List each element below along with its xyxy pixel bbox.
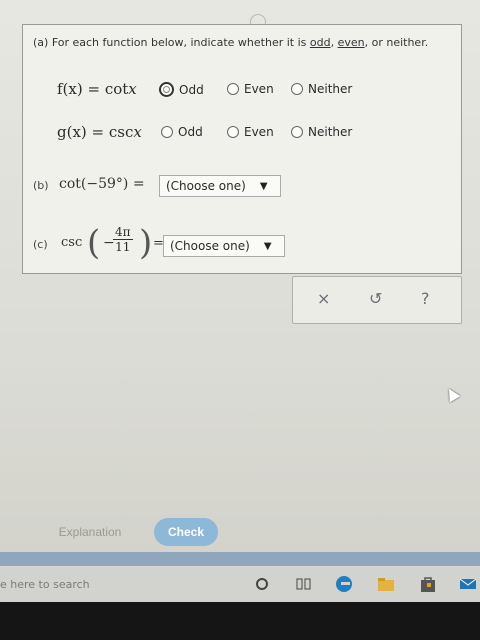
option-label: Odd bbox=[179, 82, 204, 97]
help-icon[interactable]: ? bbox=[421, 289, 430, 308]
bottom-bezel bbox=[0, 602, 480, 640]
word-even: even bbox=[337, 36, 365, 49]
radio-selected-icon[interactable] bbox=[159, 82, 174, 97]
function-row-g: g(x) = cscx Odd Even Neither bbox=[23, 123, 461, 147]
option-odd-f[interactable]: Odd bbox=[159, 82, 204, 97]
dropdown-value: (Choose one) bbox=[166, 179, 246, 193]
option-neither-f[interactable]: Neither bbox=[291, 82, 352, 96]
option-label: Odd bbox=[178, 125, 203, 139]
part-c-dropdown[interactable]: (Choose one) ▼ bbox=[163, 235, 285, 257]
question-panel: (a) For each function below, indicate wh… bbox=[22, 24, 462, 274]
option-neither-g[interactable]: Neither bbox=[291, 125, 352, 139]
sep-2: , or neither. bbox=[364, 36, 429, 49]
cortana-icon[interactable] bbox=[252, 574, 272, 594]
option-even-f[interactable]: Even bbox=[227, 82, 274, 96]
mail-icon[interactable] bbox=[458, 574, 478, 594]
radio-icon[interactable] bbox=[291, 83, 303, 95]
radio-icon[interactable] bbox=[161, 126, 173, 138]
window-bottom-bar bbox=[0, 552, 480, 566]
explanation-button[interactable]: Explanation bbox=[40, 518, 140, 546]
radio-icon[interactable] bbox=[291, 126, 303, 138]
store-icon[interactable] bbox=[418, 574, 438, 594]
word-odd: odd bbox=[309, 36, 331, 49]
fraction-denominator: 11 bbox=[115, 240, 131, 254]
answer-tools: × ↺ ? bbox=[292, 276, 462, 324]
function-row-f: f(x) = cotx Odd Even Neither bbox=[23, 80, 461, 104]
function-g: g(x) = cscx bbox=[57, 123, 142, 141]
task-view-icon[interactable] bbox=[294, 574, 314, 594]
check-button[interactable]: Check bbox=[154, 518, 218, 546]
part-a-instruction: (a) For each function below, indicate wh… bbox=[33, 36, 428, 49]
undo-icon[interactable]: ↺ bbox=[369, 289, 382, 308]
mouse-cursor-icon bbox=[443, 385, 461, 403]
option-even-g[interactable]: Even bbox=[227, 125, 274, 139]
edge-browser-icon[interactable] bbox=[334, 574, 354, 594]
radio-icon[interactable] bbox=[227, 126, 239, 138]
left-paren: ( bbox=[87, 223, 101, 263]
option-label: Neither bbox=[308, 82, 353, 96]
fraction-numerator: 4π bbox=[113, 225, 133, 240]
option-label: Even bbox=[244, 125, 274, 139]
taskbar: e here to search bbox=[0, 566, 480, 602]
sep-1: , bbox=[330, 36, 338, 49]
function-f: f(x) = cotx bbox=[57, 80, 137, 98]
instruction-text: (a) For each function below, indicate wh… bbox=[33, 36, 310, 49]
part-c-function: csc bbox=[61, 235, 83, 250]
option-label: Even bbox=[244, 82, 274, 96]
dropdown-arrow-icon: ▼ bbox=[263, 240, 272, 252]
radio-icon[interactable] bbox=[227, 83, 239, 95]
right-paren: ) bbox=[139, 223, 153, 263]
option-odd-g[interactable]: Odd bbox=[161, 125, 203, 139]
taskbar-search-text[interactable]: e here to search bbox=[0, 578, 90, 591]
part-c-label: (c) bbox=[33, 238, 48, 251]
dropdown-value: (Choose one) bbox=[170, 239, 250, 253]
part-c-fraction: 4π 11 bbox=[113, 225, 133, 254]
option-label: Neither bbox=[308, 125, 353, 139]
part-b-label: (b) bbox=[33, 179, 49, 192]
dropdown-arrow-icon: ▼ bbox=[259, 180, 268, 192]
part-b-dropdown[interactable]: (Choose one) ▼ bbox=[159, 175, 281, 197]
part-b-expression: cot(−59°) = bbox=[59, 176, 145, 192]
close-icon[interactable]: × bbox=[317, 289, 330, 308]
file-explorer-icon[interactable] bbox=[376, 574, 396, 594]
